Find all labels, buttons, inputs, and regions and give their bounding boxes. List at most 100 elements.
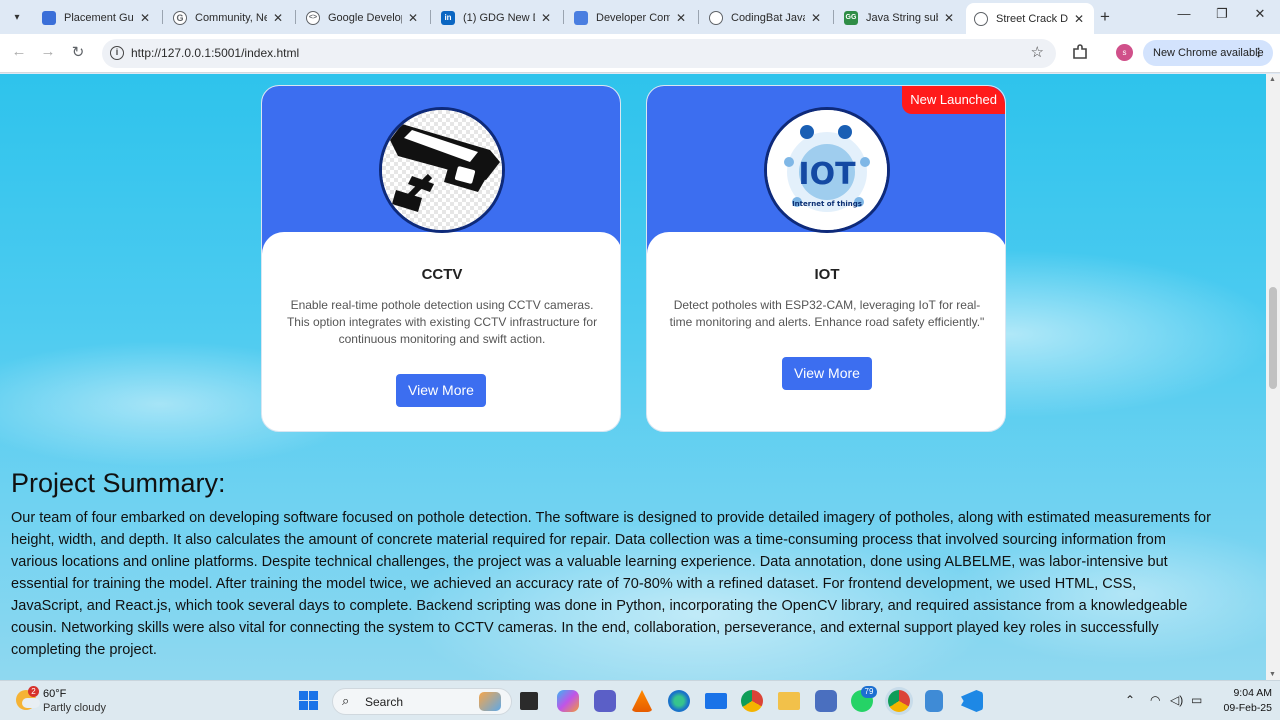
- project-summary-heading: Project Summary:: [11, 468, 226, 498]
- tab-developer-community[interactable]: Developer Comm ✕: [566, 4, 696, 31]
- cctv-camera-icon: [379, 107, 505, 233]
- close-icon[interactable]: ✕: [406, 11, 420, 25]
- close-icon[interactable]: ✕: [271, 11, 285, 25]
- globe-icon: [709, 10, 723, 25]
- chrome-active-icon[interactable]: [888, 690, 910, 712]
- whatsapp-badge: 79: [861, 686, 877, 698]
- avatar[interactable]: s: [1116, 44, 1133, 61]
- card-description: Enable real-time pothole detection using…: [286, 298, 598, 346]
- store-icon[interactable]: [815, 690, 837, 712]
- close-icon[interactable]: ✕: [539, 11, 553, 25]
- scrollbar-thumb[interactable]: [1269, 287, 1277, 389]
- tab-title: Developer Comm: [596, 11, 670, 24]
- tab-title: Google Develop: [328, 11, 402, 24]
- scroll-up-icon[interactable]: ▲: [1269, 76, 1276, 83]
- tab-street-crack-active[interactable]: Street Crack Det ✕: [966, 3, 1094, 34]
- site-info-icon[interactable]: i: [110, 46, 124, 60]
- reload-icon[interactable]: ↻: [68, 43, 88, 61]
- windows-start-icon[interactable]: [299, 691, 318, 710]
- extensions-icon[interactable]: [1071, 43, 1089, 61]
- doc-icon: [42, 10, 56, 25]
- iot-card: IOT Internet of things New Launched IOT …: [646, 85, 1006, 432]
- notepad-icon[interactable]: [925, 690, 943, 712]
- forward-icon[interactable]: →: [38, 43, 58, 60]
- update-label: New Chrome available: [1153, 47, 1264, 59]
- tab-title: Community, Net: [195, 11, 267, 24]
- new-chrome-available-button[interactable]: New Chrome available ⋮: [1143, 40, 1273, 66]
- scroll-down-icon[interactable]: ▼: [1269, 671, 1276, 678]
- address-bar[interactable]: i http://127.0.0.1:5001/index.html ☆: [102, 39, 1056, 68]
- tab-community[interactable]: G Community, Net ✕: [165, 4, 293, 31]
- globe-icon: [974, 11, 988, 26]
- tab-strip: ▾ Placement Guara ✕ G Community, Net ✕ <…: [0, 0, 1280, 34]
- code-icon: <>: [306, 10, 320, 25]
- project-summary-text: Our team of four embarked on developing …: [11, 510, 1211, 658]
- grid-icon: [574, 10, 588, 25]
- gfg-icon: GG: [844, 10, 858, 25]
- iot-view-more-button[interactable]: View More: [782, 357, 872, 390]
- cctv-card: CCTV Enable real-time pothole detection …: [261, 85, 621, 432]
- task-view-icon[interactable]: [520, 692, 538, 710]
- tab-title: Placement Guara: [64, 11, 134, 24]
- close-icon[interactable]: ✕: [138, 11, 152, 25]
- svg-text:IOT: IOT: [798, 157, 856, 192]
- wifi-icon[interactable]: ◠: [1150, 693, 1160, 707]
- tab-search-menu-icon[interactable]: ▾: [6, 6, 28, 28]
- teams-icon[interactable]: [594, 690, 616, 712]
- minimize-icon[interactable]: —: [1164, 6, 1204, 21]
- google-icon: G: [173, 10, 187, 25]
- clock-date: 09-Feb-25: [1223, 702, 1272, 714]
- search-highlight-icon: [479, 692, 501, 711]
- close-window-icon[interactable]: ✕: [1240, 6, 1280, 22]
- edge-icon[interactable]: [668, 690, 690, 712]
- page-content: CCTV Enable real-time pothole detection …: [0, 74, 1266, 680]
- close-icon[interactable]: ✕: [1072, 12, 1086, 26]
- page-scrollbar[interactable]: ▲ ▼: [1266, 74, 1280, 680]
- card-title: CCTV: [421, 266, 463, 283]
- search-label: Search: [365, 695, 404, 709]
- chrome-icon[interactable]: [741, 690, 763, 712]
- clock-time: 9:04 AM: [1233, 687, 1272, 699]
- weather-condition: Partly cloudy: [43, 702, 106, 714]
- system-clock[interactable]: 9:04 AM 09-Feb-25: [1212, 686, 1272, 716]
- tab-codingbat[interactable]: CodingBat Java ✕: [701, 4, 831, 31]
- search-icon: ⌕: [342, 693, 350, 708]
- chevron-up-icon[interactable]: ⌃: [1125, 693, 1135, 707]
- svg-text:Internet of things: Internet of things: [792, 200, 862, 208]
- new-launched-badge: New Launched: [902, 86, 1005, 114]
- windows-taskbar: 2 60°F Partly cloudy ⌕ Search 79 ⌃ ◠ ◁) …: [0, 680, 1280, 720]
- tab-title: Street Crack Det: [996, 12, 1068, 25]
- weather-cloud-icon: [22, 698, 40, 708]
- volume-icon[interactable]: ◁): [1170, 693, 1183, 707]
- taskbar-search[interactable]: ⌕ Search: [332, 688, 512, 715]
- new-tab-icon[interactable]: +: [1100, 7, 1110, 27]
- cctv-view-more-button[interactable]: View More: [396, 374, 486, 407]
- close-icon[interactable]: ✕: [809, 11, 823, 25]
- more-menu-icon[interactable]: ⋮: [1253, 40, 1264, 66]
- back-icon[interactable]: ←: [9, 43, 29, 60]
- tab-google-developers[interactable]: <> Google Develop ✕: [298, 4, 428, 31]
- iot-logo-icon: IOT Internet of things: [764, 107, 890, 233]
- close-icon[interactable]: ✕: [674, 11, 688, 25]
- copilot-icon[interactable]: [557, 690, 579, 712]
- tab-linkedin-gdg[interactable]: in (1) GDG New De ✕: [433, 4, 561, 31]
- mail-icon[interactable]: [705, 693, 727, 709]
- tab-title: (1) GDG New De: [463, 11, 535, 24]
- weather-widget[interactable]: 2 60°F Partly cloudy: [14, 686, 154, 716]
- tab-placement[interactable]: Placement Guara ✕: [34, 4, 160, 31]
- linkedin-icon: in: [441, 10, 455, 25]
- tab-title: CodingBat Java: [731, 11, 805, 24]
- close-icon[interactable]: ✕: [942, 11, 956, 25]
- card-title: IOT: [814, 266, 840, 283]
- vlc-icon[interactable]: [631, 690, 653, 712]
- bookmark-star-icon[interactable]: ☆: [1031, 43, 1044, 61]
- file-explorer-icon[interactable]: [778, 692, 800, 710]
- restore-icon[interactable]: ❐: [1202, 6, 1242, 22]
- tab-java-string[interactable]: GG Java String subst ✕: [836, 4, 964, 31]
- battery-icon[interactable]: ▭: [1191, 693, 1202, 707]
- card-description: Detect potholes with ESP32-CAM, leveragi…: [669, 298, 985, 329]
- tab-title: Java String subst: [866, 11, 938, 24]
- browser-toolbar: ← → ↻ i http://127.0.0.1:5001/index.html…: [0, 34, 1280, 73]
- url-text[interactable]: http://127.0.0.1:5001/index.html: [131, 46, 299, 60]
- vscode-icon[interactable]: [961, 690, 983, 712]
